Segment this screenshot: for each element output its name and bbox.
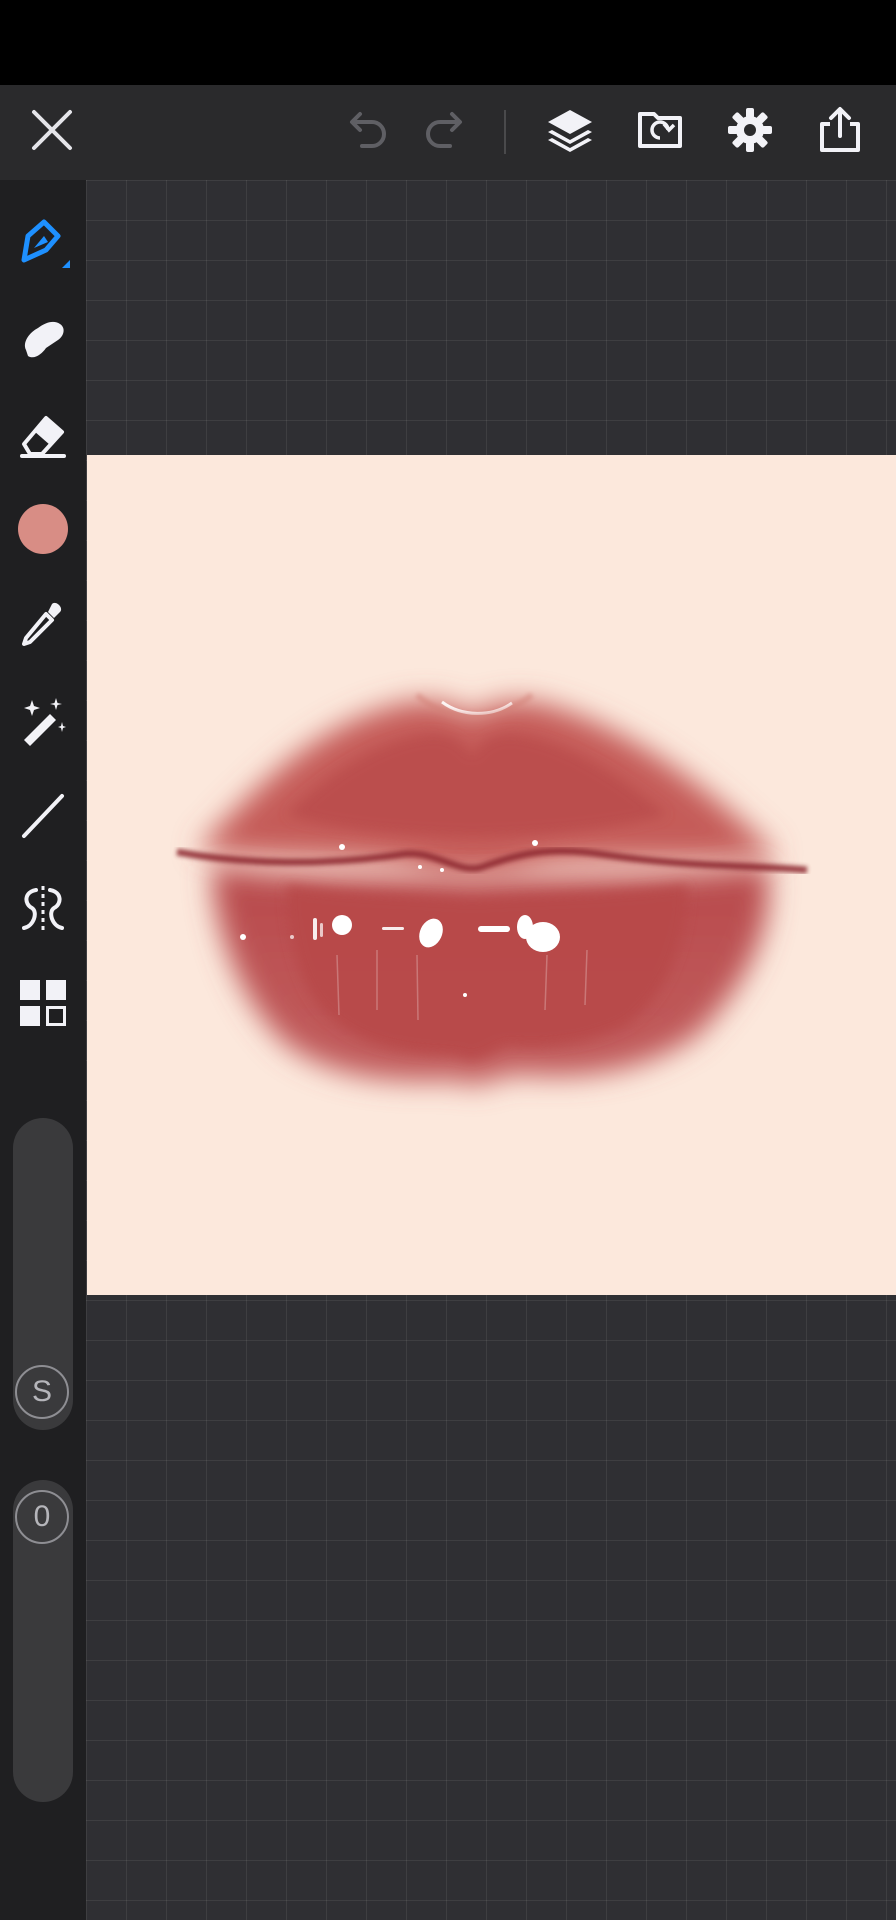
share-icon [820, 107, 860, 152]
redo-button[interactable] [418, 102, 474, 158]
undo-button[interactable] [338, 102, 394, 158]
pen-icon [21, 219, 70, 268]
brush-tool[interactable] [12, 212, 74, 274]
gear-icon [728, 108, 772, 152]
color-swatch-circle [18, 504, 68, 554]
layers-icon [548, 110, 592, 152]
opacity-slider-label: 0 [33, 1500, 51, 1533]
grid-icon [20, 980, 66, 1026]
size-slider-label: S [31, 1375, 52, 1408]
undo-icon [350, 112, 386, 148]
size-slider-handle[interactable]: S [15, 1365, 69, 1419]
symmetry-icon [22, 886, 64, 932]
magic-wand-icon [24, 698, 66, 746]
lips-illustration [87, 455, 896, 1295]
smudge-tool[interactable] [12, 308, 74, 370]
settings-button[interactable] [722, 102, 778, 158]
line-tool[interactable] [12, 784, 74, 846]
gallery-tool[interactable] [12, 972, 74, 1034]
eraser-tool[interactable] [12, 404, 74, 466]
layers-button[interactable] [542, 102, 598, 158]
eyedropper-tool[interactable] [12, 594, 74, 656]
import-button[interactable] [632, 102, 688, 158]
symmetry-tool[interactable] [12, 878, 74, 940]
color-swatch[interactable] [12, 498, 74, 560]
opacity-slider-handle[interactable]: 0 [15, 1490, 69, 1544]
drawing-canvas[interactable] [87, 455, 896, 1295]
smudge-icon [24, 321, 64, 358]
export-button[interactable] [812, 102, 868, 158]
import-icon [638, 112, 682, 148]
magic-wand-tool[interactable] [12, 690, 74, 752]
status-bar [0, 0, 896, 85]
redo-icon [426, 112, 462, 148]
eyedropper-icon [22, 602, 62, 646]
eraser-icon [20, 416, 66, 458]
line-icon [22, 794, 64, 838]
close-button[interactable] [24, 102, 80, 158]
close-icon [32, 110, 72, 150]
toolbar-divider [504, 110, 506, 154]
